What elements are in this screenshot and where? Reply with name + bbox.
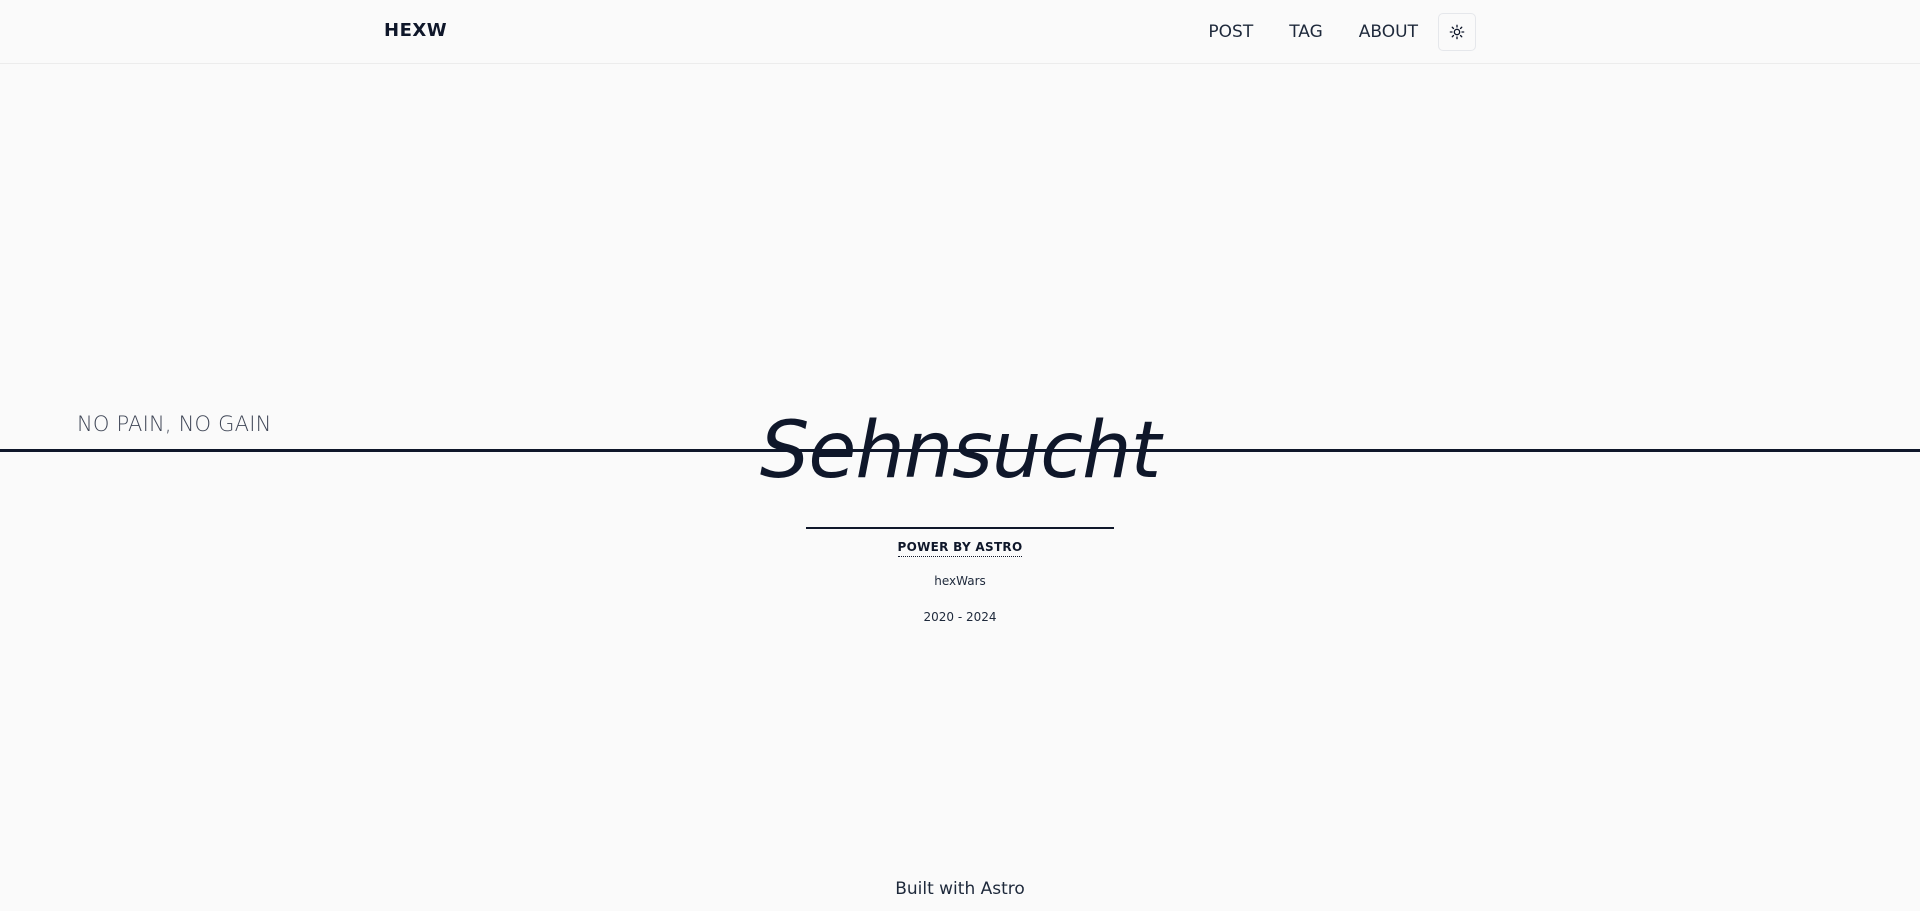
power-by-row: POWER BY ASTRO: [0, 536, 1920, 557]
page: HEXW POST TAG ABOUT NO PAIN, NO GAIN Seh…: [0, 0, 1920, 911]
author-name: hexWars: [934, 574, 986, 588]
brand-logo-link[interactable]: HEXW: [384, 20, 447, 41]
site-footer: Built with Astro: [0, 879, 1920, 899]
site-header: HEXW POST TAG ABOUT: [0, 0, 1920, 64]
nav-about[interactable]: ABOUT: [1359, 22, 1418, 42]
main-nav: POST TAG ABOUT: [1208, 12, 1476, 52]
hero-underline: [806, 527, 1114, 529]
theme-toggle-button[interactable]: [1438, 13, 1476, 51]
nav-tag[interactable]: TAG: [1289, 22, 1323, 42]
built-with-text: Built with Astro: [895, 879, 1025, 899]
hero-title: Sehnsucht: [759, 406, 1161, 496]
sun-icon: [1449, 24, 1465, 40]
nav-post[interactable]: POST: [1208, 22, 1253, 42]
power-by-link[interactable]: POWER BY ASTRO: [897, 540, 1023, 557]
copyright-years: 2020 - 2024: [923, 610, 997, 624]
